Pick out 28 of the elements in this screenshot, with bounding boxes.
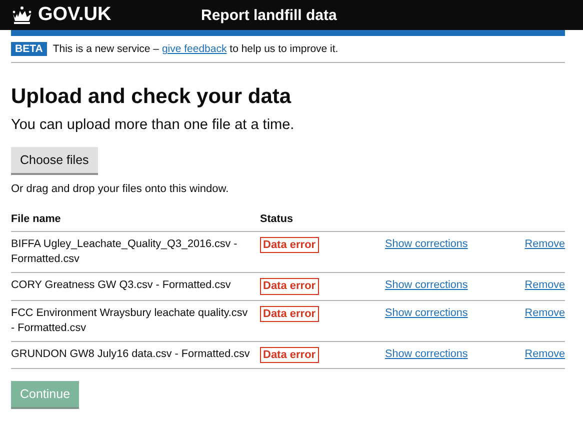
service-name[interactable]: Report landfill data <box>201 6 337 24</box>
status-tag: Data error <box>260 346 319 364</box>
column-header: File name <box>11 213 61 225</box>
status-tag: Data error <box>260 306 319 322</box>
column-header: Status <box>260 213 293 225</box>
hint-text: Or drag and drop your files onto this window. <box>11 183 230 195</box>
remove-link[interactable]: Remove <box>524 279 565 292</box>
crown-icon <box>11 6 33 24</box>
phase-tag: BETA <box>11 42 47 56</box>
file-name: FCC Environment Wraysbury leachate quality.csv - Formatted.csv <box>11 306 248 334</box>
choose-files-button[interactable]: Choose files <box>11 147 98 173</box>
remove-link[interactable]: Remove <box>524 238 565 250</box>
remove-link[interactable]: Remove <box>524 348 565 360</box>
show-corrections-link[interactable]: Show corrections <box>385 279 468 292</box>
lead-text: You can upload more than one file at a time. <box>11 117 296 133</box>
show-corrections-link[interactable]: Show corrections <box>385 348 468 360</box>
status-tag: Data error <box>260 278 319 295</box>
remove-link[interactable]: Remove <box>524 306 565 319</box>
file-name: CORY Greatness GW Q3.csv - Formatted.csv <box>11 279 231 292</box>
show-corrections-link[interactable]: Show corrections <box>385 238 468 250</box>
show-corrections-link[interactable]: Show corrections <box>385 306 468 319</box>
feedback-link[interactable]: give feedback <box>162 43 227 55</box>
status-tag: Data error <box>260 237 319 254</box>
site-logo[interactable]: GOV.UK <box>38 4 112 26</box>
file-name: GRUNDON GW8 July16 data.csv - Formatted.csv <box>11 348 250 360</box>
page-heading: Upload and check your data <box>11 85 292 109</box>
banner-text: This is a new service – give feedback to help us to improve it. <box>52 43 338 55</box>
file-name: BIFFA Ugley_Leachate_Quality_Q3_2016.csv - Formatted.csv <box>11 238 238 266</box>
